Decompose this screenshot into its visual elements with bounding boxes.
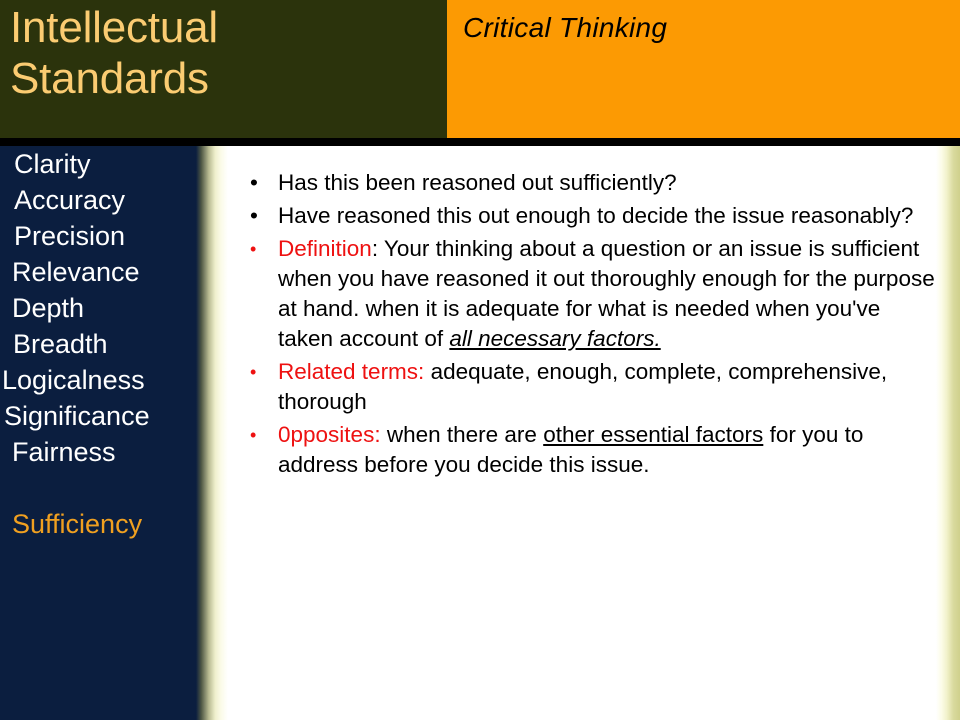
sidebar-item-logicalness[interactable]: Logicalness: [0, 362, 196, 398]
sidebar-item-precision[interactable]: Precision: [0, 218, 196, 254]
bullet-item: • Has this been reasoned out sufficiently…: [228, 168, 936, 198]
right-edge-gradient: [936, 146, 960, 720]
sidebar-item-clarity[interactable]: Clarity: [0, 146, 196, 182]
sidebar-edge-gradient: [196, 146, 228, 720]
bullet-list: • Has this been reasoned out sufficiently…: [228, 168, 936, 483]
bullet-point-icon: •: [250, 425, 257, 445]
bullet-item: • Related terms: adequate, enough, comple…: [228, 357, 936, 417]
bullet-text: when there are: [380, 422, 544, 447]
sidebar-item-breadth[interactable]: Breadth: [0, 326, 196, 362]
sidebar-item-accuracy[interactable]: Accuracy: [0, 182, 196, 218]
sidebar: Clarity Accuracy Precision Relevance Depth Br…: [0, 146, 196, 720]
slide-subtitle: Critical Thinking: [463, 12, 668, 43]
header-divider: [0, 138, 960, 146]
sidebar-item-significance[interactable]: Significance: [0, 398, 196, 434]
sidebar-item-depth[interactable]: Depth: [0, 290, 196, 326]
sidebar-item-fairness[interactable]: Fairness: [0, 434, 196, 470]
bullet-item: • 0pposites: when there are other essenti…: [228, 420, 936, 480]
bullet-emphasis: other essential factors: [543, 422, 764, 447]
sidebar-item-spacer: [0, 470, 196, 506]
bullet-label: Definition: [278, 236, 372, 261]
subtitle-panel: Critical Thinking: [447, 0, 960, 138]
sidebar-item-list: Clarity Accuracy Precision Relevance Depth Br…: [0, 146, 196, 542]
page-title: Intellectual Standards: [10, 3, 218, 104]
bullet-point-icon: •: [250, 170, 258, 195]
content-panel: • Has this been reasoned out sufficiently…: [228, 146, 936, 720]
sidebar-item-relevance[interactable]: Relevance: [0, 254, 196, 290]
bullet-text: Have reasoned this out enough to decide …: [278, 203, 914, 228]
bullet-label: 0pposites:: [278, 422, 381, 447]
bullet-point-icon: •: [250, 239, 257, 259]
title-panel: Intellectual Standards: [0, 0, 447, 138]
bullet-item: • Have reasoned this out enough to decide…: [228, 201, 936, 231]
sidebar-item-sufficiency[interactable]: Sufficiency: [0, 506, 196, 542]
bullet-item: • Definition: Your thinking about a quest…: [228, 234, 936, 354]
bullet-emphasis: all necessary factors.: [449, 326, 661, 351]
bullet-point-icon: •: [250, 203, 258, 228]
bullet-point-icon: •: [250, 362, 257, 382]
bullet-text: Has this been reasoned out sufficiently?: [278, 170, 677, 195]
slide: Intellectual Standards Critical Thinking…: [0, 0, 960, 720]
bullet-label: Related terms:: [278, 359, 425, 384]
